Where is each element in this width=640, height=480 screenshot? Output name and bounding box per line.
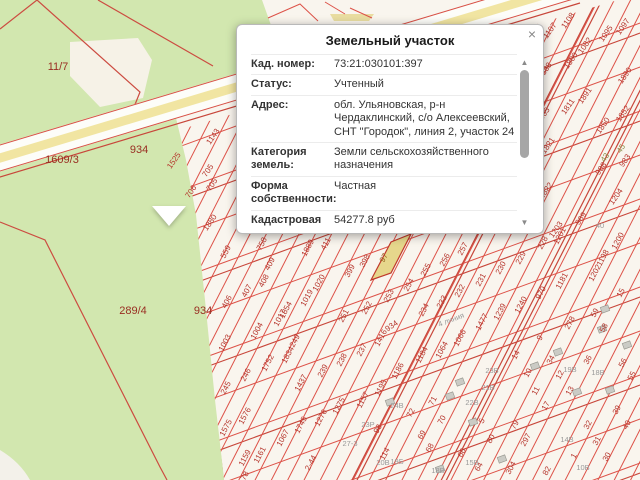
popup-row: Статус: Учтенный [251,74,517,94]
field-label: Кадастровая стоимость: [251,213,322,230]
parcel-number: 23Р [361,420,374,429]
popup-row: Категория земель: Земли сельскохозяйствен… [251,142,517,176]
field-label: Форма собственности: [251,179,337,206]
parcel-number: 18В [431,466,444,475]
field-value: Земли сельскохозяйственного назначения [334,146,489,172]
parcel-number: 18В [591,368,604,377]
parcel-number: 10В [576,463,589,472]
scroll-thumb[interactable] [520,70,529,158]
close-icon[interactable]: × [528,27,536,41]
parcel-number: 22В [465,398,478,407]
field-value: обл. Ульяновская, р-н Чердаклинский, с/о… [334,98,515,138]
field-value: 73:21:030101:397 [334,58,423,70]
parcel-number: 14В [560,435,573,444]
parcel-number: 27-3 [342,439,357,448]
quarter-label: 934 [130,144,148,156]
popup-rows: Кад. номер: 73:21:030101:397 Статус: Учтенн… [251,54,517,230]
field-value: Учтенный [334,78,384,91]
popup-row: Кадастровая стоимость: 54277.8 руб [251,209,517,230]
field-value: 54277.8 руб [334,213,395,226]
popup-row: Адрес: обл. Ульяновская, р-н Чердаклински… [251,94,517,142]
field-value: Частная [334,179,377,192]
parcel-info-popup: × Земельный участок Кад. номер: 73:21:030… [236,24,544,234]
parcel-number: 24В [390,401,403,410]
field-label: Категория земель: [251,146,307,172]
quarter-label: 934 [194,305,212,317]
popup-tail [152,206,186,226]
scroll-up-arrow[interactable]: ▲ [519,58,530,67]
parcel-number: 19В [563,365,576,374]
field-label: Адрес: [251,98,289,111]
parcel-number: 19Б [390,457,403,466]
parcel-number: 15В [465,458,478,467]
parcel-number: 20В [376,458,389,467]
field-label: Кад. номер: [251,58,315,70]
popup-scrollbar: ▲ ▼ [519,58,530,227]
scroll-down-arrow[interactable]: ▼ [519,218,530,227]
popup-row: Кад. номер: 73:21:030101:397 [251,54,517,74]
parcel-number: 23В [485,366,498,375]
quarter-label: 1609/3 [45,154,79,166]
parcel-number: 21В [481,383,494,392]
sand-patch [330,14,374,21]
popup-title: Земельный участок [325,33,455,48]
quarter-label: 11/7 [48,61,69,73]
cadastral-map-app: 1143 1525 705 705 706 1880 1108 1107 1097 1095 108… [0,0,640,480]
popup-row: Форма собственности: Частная [251,175,517,210]
field-label: Статус: [251,78,292,91]
quarter-label: 289/4 [119,305,147,317]
parcel-number: 40 [596,221,604,230]
